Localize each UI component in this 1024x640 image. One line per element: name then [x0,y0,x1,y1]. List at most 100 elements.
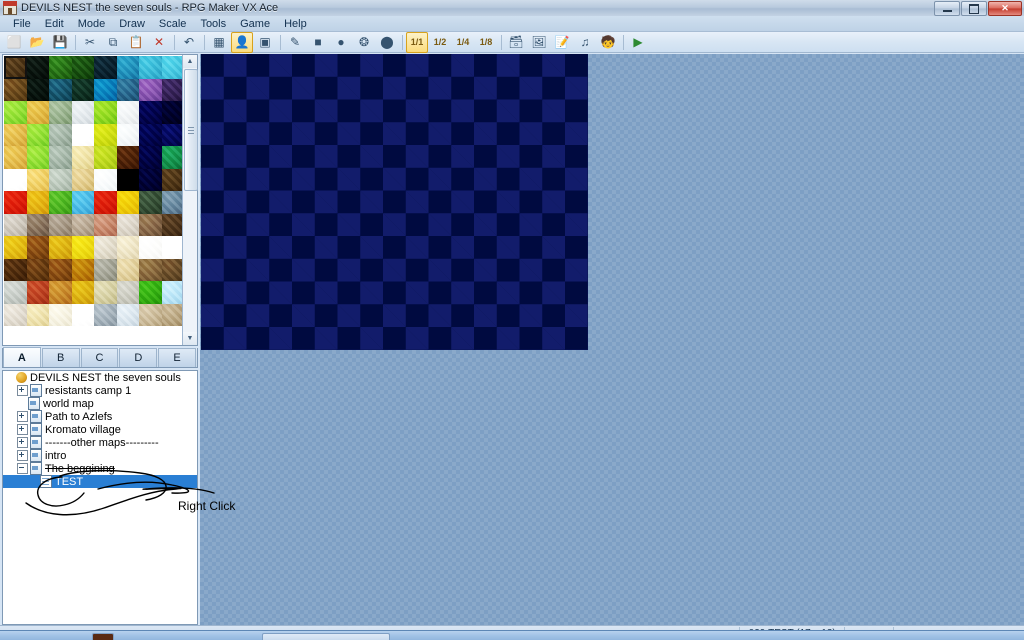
map-tree-item[interactable]: DEVILS NEST the seven souls [3,371,197,384]
tile-cell[interactable] [94,213,117,236]
tile-cell[interactable] [49,191,72,214]
open-project-icon[interactable]: 📂 [26,32,48,53]
tile-cell[interactable] [71,78,94,101]
tile-cell[interactable] [116,191,139,214]
tile-cell[interactable] [139,258,162,281]
windows-taskbar[interactable] [0,630,1024,640]
expand-plus-icon[interactable] [17,437,28,448]
ellipse-tool-icon[interactable]: ● [330,32,352,53]
tile-cell[interactable] [116,78,139,101]
playtest-icon[interactable]: ▶ [627,32,649,53]
tile-cell[interactable] [26,281,49,304]
tile-cell[interactable] [161,236,184,259]
tile-cell[interactable] [49,303,72,326]
menu-item-mode[interactable]: Mode [71,17,113,31]
tile-cell[interactable] [26,146,49,169]
character-generator-icon[interactable]: 🧒 [597,32,619,53]
tile-cell[interactable] [94,191,117,214]
collapse-minus-icon[interactable] [17,463,28,474]
tile-cell[interactable] [139,78,162,101]
tile-cell[interactable] [94,281,117,304]
tile-cell[interactable] [4,236,27,259]
tile-cell[interactable] [161,191,184,214]
tile-cell[interactable] [94,168,117,191]
tile-cell[interactable] [161,101,184,124]
tile-cell[interactable] [116,281,139,304]
tile-cell[interactable] [161,213,184,236]
tile-cell[interactable] [4,303,27,326]
tile-cell[interactable] [71,281,94,304]
tile-cell[interactable] [49,123,72,146]
map-tree-item-selected[interactable]: TEST [3,475,197,488]
map-tree-item[interactable]: resistants camp 1 [3,384,197,397]
minimize-button[interactable] [934,1,960,16]
tileset-scrollbar[interactable]: ▲ ▼ [182,55,198,345]
map-layer-icon[interactable]: ▦ [208,32,230,53]
tile-cell[interactable] [139,168,162,191]
tile-cell[interactable] [4,213,27,236]
tile-cell[interactable] [139,303,162,326]
zoom-1-4-icon[interactable]: 1/4 [452,32,474,53]
tile-cell[interactable] [116,146,139,169]
tile-cell[interactable] [4,56,27,79]
tile-cell[interactable] [139,123,162,146]
tile-cell[interactable] [116,123,139,146]
tile-cell[interactable] [94,78,117,101]
tileset-tab-e[interactable]: E [158,348,196,367]
tile-cell[interactable] [26,78,49,101]
tile-cell[interactable] [139,101,162,124]
menu-item-draw[interactable]: Draw [112,17,152,31]
tile-cell[interactable] [139,56,162,79]
map-tree-item[interactable]: The beggining [3,462,197,475]
flood-fill-tool-icon[interactable]: ❂ [353,32,375,53]
undo-icon[interactable]: ↶ [178,32,200,53]
tile-cell[interactable] [94,258,117,281]
tile-cell[interactable] [116,168,139,191]
close-button[interactable]: ✕ [988,1,1022,16]
tile-cell[interactable] [26,168,49,191]
scroll-up-arrow-icon[interactable]: ▲ [183,55,197,68]
tile-cell[interactable] [116,101,139,124]
tile-cell[interactable] [71,236,94,259]
tile-cell[interactable] [139,213,162,236]
tile-cell[interactable] [49,281,72,304]
tile-cell[interactable] [4,191,27,214]
tile-cell[interactable] [26,191,49,214]
tile-cell[interactable] [71,101,94,124]
tile-cell[interactable] [71,146,94,169]
map-tilemap[interactable] [201,54,588,350]
region-layer-icon[interactable]: ▣ [254,32,276,53]
tileset-grid[interactable] [4,56,184,345]
tile-cell[interactable] [116,213,139,236]
delete-icon[interactable]: ✕ [148,32,170,53]
event-layer-icon[interactable]: 👤 [231,31,253,53]
tile-cell[interactable] [26,101,49,124]
tile-cell[interactable] [4,168,27,191]
tile-cell[interactable] [4,123,27,146]
rectangle-tool-icon[interactable]: ■ [307,32,329,53]
menu-item-edit[interactable]: Edit [38,17,71,31]
tile-cell[interactable] [161,303,184,326]
tile-cell[interactable] [49,101,72,124]
taskbar-button-2[interactable] [262,633,390,640]
tile-cell[interactable] [26,258,49,281]
title-bar[interactable]: DEVILS NEST the seven souls - RPG Maker … [0,0,1024,17]
copy-icon[interactable]: ⧉ [102,32,124,53]
tile-cell[interactable] [71,258,94,281]
taskbar-button-1[interactable] [92,633,114,640]
map-tree-item[interactable]: intro [3,449,197,462]
resource-manager-icon[interactable]: 🖼 [528,32,550,53]
tile-cell[interactable] [49,236,72,259]
tile-cell[interactable] [49,78,72,101]
tile-cell[interactable] [161,56,184,79]
save-project-icon[interactable]: 💾 [49,32,71,53]
tile-cell[interactable] [161,146,184,169]
new-project-icon[interactable]: ⬜ [3,32,25,53]
tile-cell[interactable] [4,101,27,124]
tile-cell[interactable] [49,56,72,79]
tile-cell[interactable] [139,236,162,259]
tile-cell[interactable] [94,236,117,259]
tile-cell[interactable] [71,168,94,191]
expand-plus-icon[interactable] [17,385,28,396]
tileset-tab-b[interactable]: B [41,348,80,367]
